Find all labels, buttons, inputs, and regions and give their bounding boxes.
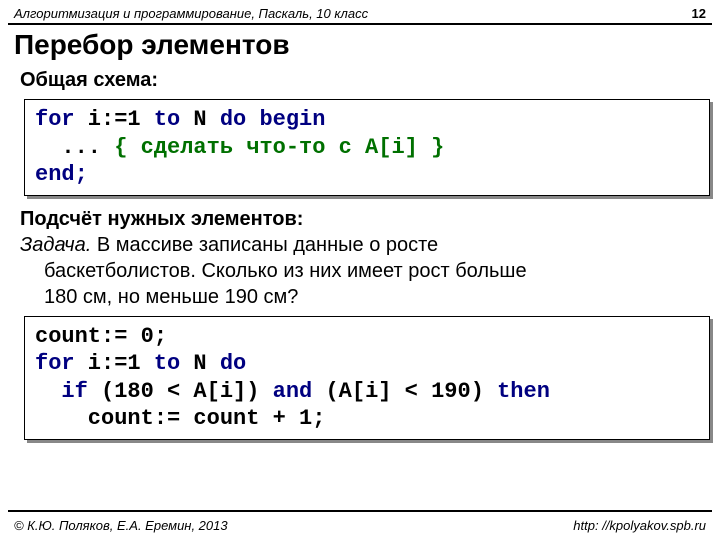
section2-label: Подсчёт нужных элементов: <box>20 208 303 230</box>
task-text-2: баскетболистов. Сколько из них имеет рос… <box>20 258 700 284</box>
section-count-elements: Подсчёт нужных элементов: Задача. В масс… <box>0 206 720 310</box>
code-text: count:= count + <box>35 406 299 431</box>
footer-url: http: //kpolyakov.spb.ru <box>573 518 706 533</box>
header-divider <box>8 23 712 25</box>
course-title: Алгоритмизация и программирование, Паска… <box>14 6 368 21</box>
kw-if: if <box>35 379 88 404</box>
code-text: N <box>180 351 220 376</box>
kw-end: end; <box>35 162 88 187</box>
code-text: ... <box>35 135 114 160</box>
codebox-1: for i:=1 to N do begin ... { сделать что… <box>24 99 710 196</box>
footer-divider <box>8 510 712 512</box>
kw-do-begin: do begin <box>220 107 326 132</box>
code-text: (A[i] < <box>312 379 431 404</box>
kw-for: for <box>35 351 75 376</box>
kw-for: for <box>35 107 75 132</box>
slide-header: Алгоритмизация и программирование, Паска… <box>0 0 720 23</box>
section-general-scheme: Общая схема: <box>0 67 720 93</box>
num-180: 180 <box>114 379 154 404</box>
num-1: 1 <box>299 406 312 431</box>
num-0: 0 <box>141 324 154 349</box>
comment: { сделать что-то с A[i] } <box>114 135 444 160</box>
task-word: Задача. <box>20 234 91 256</box>
slide-footer: © К.Ю. Поляков, Е.А. Еремин, 2013 http: … <box>0 518 720 533</box>
code-text: count:= <box>35 324 141 349</box>
code-text: i:= <box>75 107 128 132</box>
codebox-2: count:= 0; for i:=1 to N do if (180 < A[… <box>24 316 710 440</box>
num-190: 190 <box>431 379 471 404</box>
kw-to: to <box>141 107 181 132</box>
code-text: ; <box>312 406 325 431</box>
page-number: 12 <box>692 6 706 21</box>
num-1: 1 <box>127 107 140 132</box>
code-text: ; <box>154 324 167 349</box>
code-text: ) <box>471 379 497 404</box>
code-text: N <box>180 107 220 132</box>
kw-and: and <box>273 379 313 404</box>
task-text-1: В массиве записаны данные о росте <box>91 234 438 256</box>
section1-label: Общая схема: <box>20 69 158 91</box>
code-text: < A[i]) <box>154 379 273 404</box>
slide-title: Перебор элементов <box>0 29 720 67</box>
num-1: 1 <box>127 351 140 376</box>
kw-do: do <box>220 351 246 376</box>
code-text: i:= <box>75 351 128 376</box>
copyright: © К.Ю. Поляков, Е.А. Еремин, 2013 <box>14 518 228 533</box>
kw-then: then <box>497 379 550 404</box>
task-text-3: 180 см, но меньше 190 см? <box>20 284 700 310</box>
kw-to: to <box>141 351 181 376</box>
code-text: ( <box>88 379 114 404</box>
